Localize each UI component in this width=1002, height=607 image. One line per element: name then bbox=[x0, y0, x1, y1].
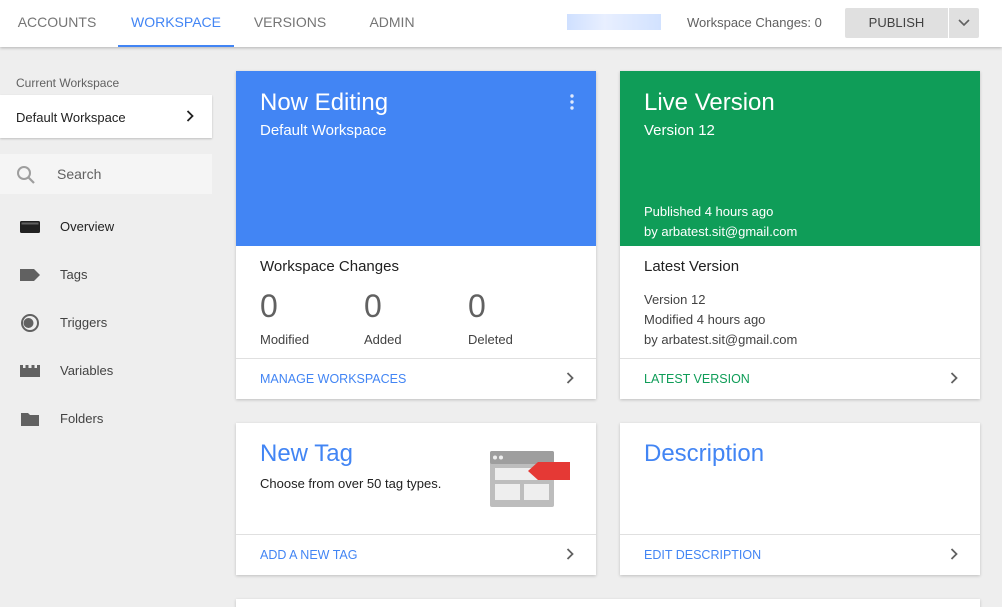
more-vert-icon[interactable] bbox=[569, 94, 575, 110]
card-subtitle: Version 12 bbox=[644, 122, 715, 139]
chevron-right-icon bbox=[186, 110, 194, 122]
modified-count: 0 bbox=[260, 288, 278, 324]
chevron-right-icon bbox=[566, 372, 574, 384]
card-title: New Tag bbox=[260, 440, 353, 467]
modified-label: Modified bbox=[260, 332, 310, 347]
published-by: by arbatest.sit@gmail.com bbox=[644, 224, 798, 239]
sidebar-item-label: Variables bbox=[60, 363, 114, 378]
folder-icon bbox=[21, 413, 39, 426]
sidebar-item-tags[interactable]: Tags bbox=[0, 257, 212, 293]
new-tag-illustration-icon bbox=[490, 451, 570, 507]
current-workspace-selector[interactable]: Default Workspace bbox=[0, 95, 212, 138]
footer-label: EDIT DESCRIPTION bbox=[644, 548, 762, 562]
sidebar-item-label: Overview bbox=[60, 219, 115, 234]
footer-label: LATEST VERSION bbox=[644, 372, 750, 386]
now-editing-card: Now Editing Default Workspace Workspace … bbox=[236, 71, 596, 399]
now-editing-header: Now Editing Default Workspace bbox=[236, 71, 596, 246]
card-title: Description bbox=[644, 440, 765, 467]
added-label: Added bbox=[364, 332, 402, 347]
publish-options-button[interactable] bbox=[949, 8, 979, 38]
published-time: Published 4 hours ago bbox=[644, 204, 774, 219]
latest-version-link[interactable]: LATEST VERSION bbox=[620, 358, 980, 398]
search-placeholder: Search bbox=[57, 166, 102, 182]
chevron-right-icon bbox=[950, 548, 958, 560]
variables-icon bbox=[20, 365, 40, 377]
current-workspace-label: Current Workspace bbox=[16, 76, 120, 90]
tab-workspace[interactable]: WORKSPACE bbox=[118, 0, 234, 47]
footer-label: ADD A NEW TAG bbox=[260, 548, 358, 562]
tab-admin[interactable]: ADMIN bbox=[350, 0, 434, 47]
sidebar-item-variables[interactable]: Variables bbox=[0, 353, 212, 389]
current-workspace-name: Default Workspace bbox=[16, 110, 126, 125]
add-new-tag-link[interactable]: ADD A NEW TAG bbox=[236, 534, 596, 574]
container-id-redacted bbox=[567, 14, 661, 30]
search-input[interactable]: Search bbox=[0, 154, 212, 194]
trigger-icon bbox=[21, 314, 39, 332]
chevron-right-icon bbox=[950, 372, 958, 384]
sidebar-item-label: Triggers bbox=[60, 315, 108, 330]
latest-version-author: by arbatest.sit@gmail.com bbox=[644, 332, 798, 347]
live-version-header: Live Version Version 12 Published 4 hour… bbox=[620, 71, 980, 246]
latest-version-number: Version 12 bbox=[644, 292, 706, 307]
tag-icon bbox=[20, 269, 40, 281]
card-subtitle: Default Workspace bbox=[260, 122, 387, 139]
sidebar-item-label: Folders bbox=[60, 411, 104, 426]
deleted-count: 0 bbox=[468, 288, 486, 324]
search-icon bbox=[17, 166, 35, 184]
tab-accounts[interactable]: ACCOUNTS bbox=[0, 0, 114, 47]
briefcase-icon bbox=[20, 221, 40, 233]
card-subtitle: Choose from over 50 tag types. bbox=[260, 476, 442, 491]
new-tag-card[interactable]: New Tag Choose from over 50 tag types. A… bbox=[236, 423, 596, 575]
tab-versions[interactable]: VERSIONS bbox=[244, 0, 336, 47]
sidebar-item-overview[interactable]: Overview bbox=[0, 209, 212, 245]
sidebar-item-triggers[interactable]: Triggers bbox=[0, 305, 212, 341]
latest-version-title: Latest Version bbox=[644, 258, 740, 275]
card-title: Live Version bbox=[644, 89, 775, 116]
deleted-label: Deleted bbox=[468, 332, 513, 347]
sidebar-item-folders[interactable]: Folders bbox=[0, 401, 212, 437]
added-count: 0 bbox=[364, 288, 382, 324]
chevron-right-icon bbox=[566, 548, 574, 560]
top-navigation-bar: ACCOUNTS WORKSPACE VERSIONS ADMIN Worksp… bbox=[0, 0, 1002, 47]
footer-label: MANAGE WORKSPACES bbox=[260, 372, 407, 386]
next-card-partial bbox=[236, 599, 980, 607]
publish-button[interactable]: PUBLISH bbox=[845, 8, 948, 38]
edit-description-link[interactable]: EDIT DESCRIPTION bbox=[620, 534, 980, 574]
latest-version-modified: Modified 4 hours ago bbox=[644, 312, 766, 327]
description-card[interactable]: Description EDIT DESCRIPTION bbox=[620, 423, 980, 575]
workspace-changes-count: Workspace Changes: 0 bbox=[687, 15, 822, 30]
manage-workspaces-link[interactable]: MANAGE WORKSPACES bbox=[236, 358, 596, 398]
live-version-card: Live Version Version 12 Published 4 hour… bbox=[620, 71, 980, 399]
workspace-changes-title: Workspace Changes bbox=[260, 258, 399, 275]
chevron-down-icon bbox=[958, 19, 970, 27]
card-title: Now Editing bbox=[260, 89, 389, 116]
sidebar-item-label: Tags bbox=[60, 267, 88, 282]
